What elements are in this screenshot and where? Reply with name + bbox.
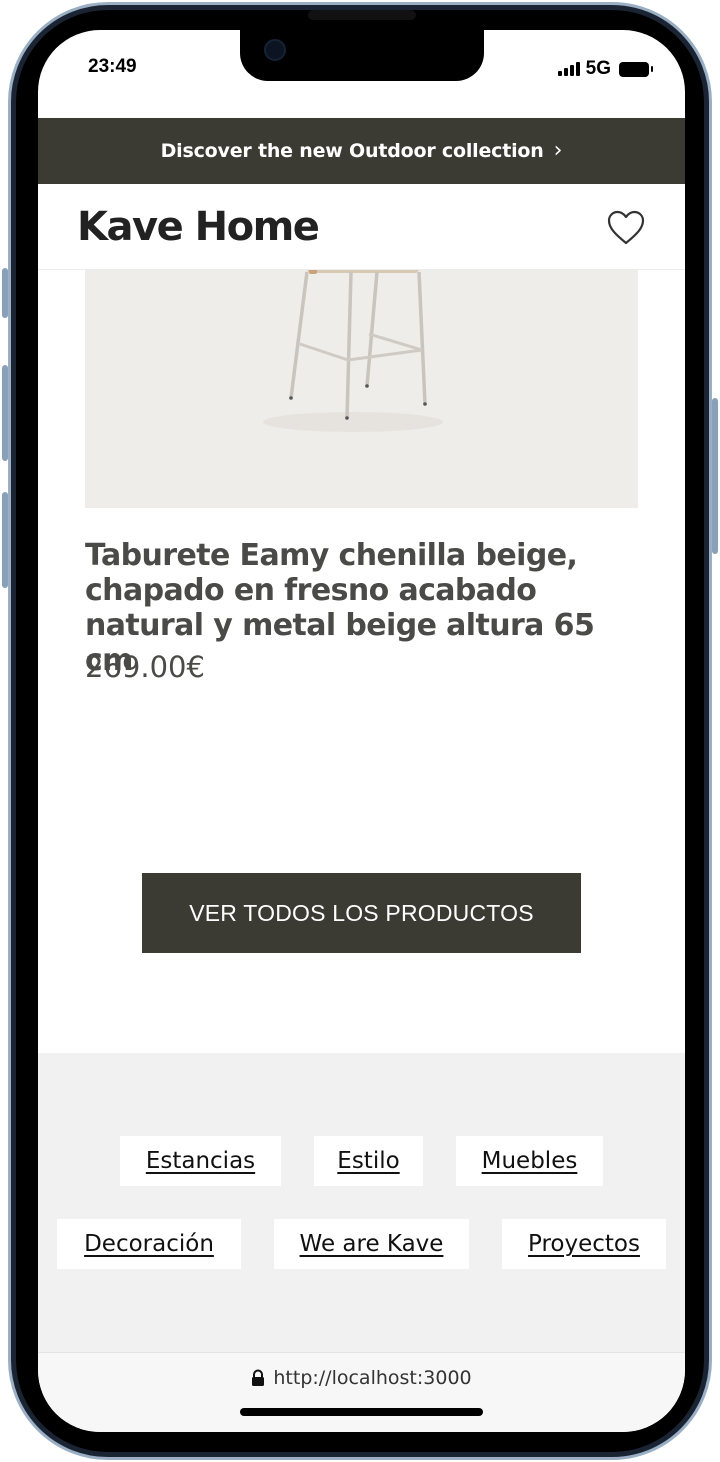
- stool-image: [263, 264, 443, 432]
- site-header: Kave Home: [38, 184, 685, 270]
- view-all-products-button[interactable]: VER TODOS LOS PRODUCTOS: [142, 873, 581, 953]
- footer-link-muebles[interactable]: Muebles: [456, 1136, 603, 1186]
- home-indicator[interactable]: [240, 1408, 483, 1416]
- url-display: http://localhost:3000: [38, 1367, 685, 1389]
- earpiece-speaker: [308, 10, 416, 20]
- promo-text: Discover the new Outdoor collection: [160, 140, 544, 162]
- lock-icon: [252, 1369, 265, 1386]
- heart-icon[interactable]: [607, 210, 645, 246]
- promo-banner[interactable]: Discover the new Outdoor collection ›: [38, 118, 685, 184]
- footer-link-estancias[interactable]: Estancias: [120, 1136, 281, 1186]
- footer-link-we-are-kave[interactable]: We are Kave: [274, 1219, 469, 1269]
- front-camera: [264, 39, 286, 61]
- logo[interactable]: Kave Home: [77, 204, 320, 250]
- volume-down-button: [2, 492, 8, 588]
- screen: 23:49 5G Discover the new Outdoor collec…: [38, 30, 685, 1432]
- volume-up-button: [2, 365, 8, 461]
- footer-link-estilo[interactable]: Estilo: [314, 1136, 423, 1186]
- product-price: 269.00€: [85, 650, 205, 684]
- power-button: [712, 398, 718, 554]
- notch: [240, 30, 484, 81]
- url-text: http://localhost:3000: [273, 1367, 472, 1389]
- product-image[interactable]: [85, 260, 638, 508]
- battery-icon: [619, 61, 653, 77]
- footer: Estancias Estilo Muebles Decoración We a…: [38, 1053, 685, 1352]
- network-type: 5G: [585, 58, 611, 79]
- chevron-right-icon: ›: [553, 138, 563, 163]
- footer-link-decoracion[interactable]: Decoración: [57, 1219, 241, 1269]
- signal-icon: [557, 62, 580, 76]
- footer-link-proyectos[interactable]: Proyectos: [502, 1219, 666, 1269]
- status-indicators: 5G: [557, 58, 653, 80]
- status-time: 23:49: [88, 56, 137, 77]
- silent-switch: [2, 268, 8, 318]
- browser-url-bar[interactable]: http://localhost:3000: [38, 1352, 685, 1432]
